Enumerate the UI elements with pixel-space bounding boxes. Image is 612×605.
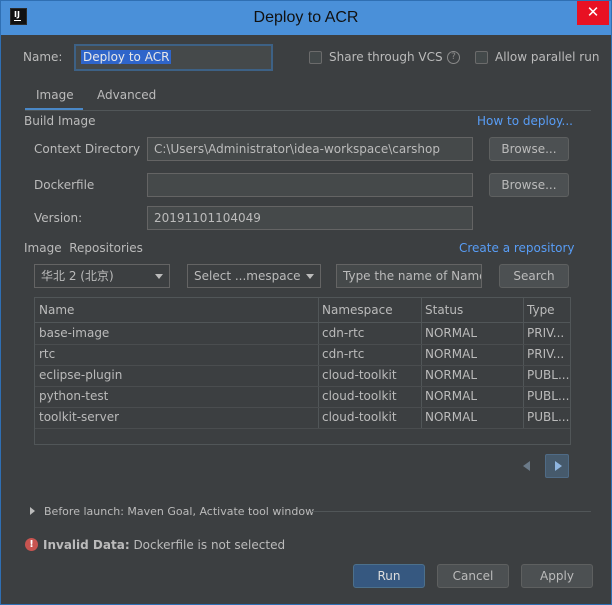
row-namespace: cloud-toolkit (322, 368, 397, 382)
name-input[interactable]: Deploy to ACR (74, 44, 273, 71)
row-type: PUBL... (527, 410, 570, 424)
error-icon: ! (25, 538, 38, 551)
namespace-select[interactable]: Select ...mespace (187, 264, 321, 288)
error-text: Dockerfile is not selected (129, 538, 286, 552)
namespace-search-input[interactable]: Type the name of Namespace (336, 264, 482, 288)
region-select-value: 华北 2 (北京) (41, 269, 114, 283)
row-status: NORMAL (425, 389, 478, 403)
share-vcs-label: Share through VCS (329, 50, 443, 64)
dockerfile-label: Dockerfile (34, 178, 95, 192)
share-vcs-checkbox[interactable] (309, 51, 322, 64)
next-page-button[interactable] (545, 454, 569, 478)
context-directory-browse-button[interactable]: Browse... (489, 137, 569, 161)
image-repositories-section-label: Image Repositories (24, 241, 143, 255)
before-launch-divider (311, 511, 591, 512)
row-status: NORMAL (425, 368, 478, 382)
table-row[interactable]: eclipse-plugin cloud-toolkit NORMAL PUBL… (35, 365, 570, 387)
how-to-deploy-link[interactable]: How to deploy... (477, 114, 573, 128)
build-image-section-label: Build Image (24, 114, 96, 128)
error-glyph: ! (29, 539, 34, 550)
window-title: Deploy to ACR (253, 9, 359, 26)
table-row[interactable]: base-image cdn-rtc NORMAL PRIV... (35, 323, 570, 345)
row-name: python-test (39, 389, 109, 403)
row-type: PUBL... (527, 368, 570, 382)
table-row[interactable]: rtc cdn-rtc NORMAL PRIV... (35, 344, 570, 366)
run-button[interactable]: Run (353, 564, 425, 588)
chevron-down-icon (155, 274, 163, 279)
context-directory-input[interactable]: C:\Users\Administrator\idea-workspace\ca… (147, 137, 473, 161)
next-page-icon (555, 461, 562, 471)
allow-parallel-checkbox[interactable] (475, 51, 488, 64)
apply-button[interactable]: Apply (521, 564, 593, 588)
error-message: Invalid Data: Dockerfile is not selected (43, 538, 285, 552)
expand-triangle-icon[interactable] (30, 507, 35, 515)
column-header-type[interactable]: Type (527, 303, 555, 317)
row-namespace: cloud-toolkit (322, 389, 397, 403)
context-directory-label: Context Directory (34, 142, 141, 156)
column-header-status[interactable]: Status (425, 303, 463, 317)
row-namespace: cdn-rtc (322, 326, 365, 340)
row-namespace: cdn-rtc (322, 347, 365, 361)
row-type: PRIV... (527, 347, 565, 361)
row-type: PUBL... (527, 389, 570, 403)
row-status: NORMAL (425, 326, 478, 340)
before-launch-label[interactable]: Before launch: Maven Goal, Activate tool… (44, 505, 314, 518)
close-icon: ✕ (586, 3, 600, 21)
search-button[interactable]: Search (499, 264, 569, 288)
help-glyph: ? (451, 52, 456, 62)
create-repository-link[interactable]: Create a repository (459, 241, 575, 255)
tab-advanced[interactable]: Advanced (97, 88, 156, 102)
title-bar: IJ Deploy to ACR ✕ (1, 1, 611, 35)
table-row[interactable]: toolkit-server cloud-toolkit NORMAL PUBL… (35, 407, 570, 429)
close-button[interactable]: ✕ (577, 1, 609, 25)
chevron-down-icon (306, 274, 314, 279)
region-select[interactable]: 华北 2 (北京) (34, 264, 170, 288)
row-name: eclipse-plugin (39, 368, 123, 382)
version-label: Version: (34, 211, 83, 225)
deploy-dialog: IJ Deploy to ACR ✕ Name: Deploy to ACR S… (0, 0, 612, 605)
help-icon[interactable]: ? (447, 51, 460, 64)
allow-parallel-label: Allow parallel run (495, 50, 599, 64)
tab-image[interactable]: Image (36, 88, 74, 102)
column-header-namespace[interactable]: Namespace (322, 303, 393, 317)
cancel-button[interactable]: Cancel (437, 564, 509, 588)
row-status: NORMAL (425, 410, 478, 424)
namespace-select-value: Select ...mespace (194, 269, 301, 283)
previous-page-icon[interactable] (523, 461, 530, 471)
row-namespace: cloud-toolkit (322, 410, 397, 424)
row-name: toolkit-server (39, 410, 120, 424)
name-label: Name: (23, 50, 63, 64)
error-title: Invalid Data: (43, 538, 130, 552)
dockerfile-input[interactable] (147, 173, 473, 197)
name-input-value: Deploy to ACR (81, 50, 172, 64)
row-status: NORMAL (425, 347, 478, 361)
tabs-divider (25, 110, 591, 111)
row-name: rtc (39, 347, 56, 361)
column-header-name[interactable]: Name (39, 303, 74, 317)
table-header: Name Namespace Status Type (35, 298, 570, 323)
repositories-table: Name Namespace Status Type base-image cd… (34, 297, 571, 445)
row-name: base-image (39, 326, 110, 340)
table-row[interactable]: python-test cloud-toolkit NORMAL PUBL... (35, 386, 570, 408)
row-type: PRIV... (527, 326, 565, 340)
version-input[interactable]: 20191101104049 (147, 206, 473, 230)
dockerfile-browse-button[interactable]: Browse... (489, 173, 569, 197)
